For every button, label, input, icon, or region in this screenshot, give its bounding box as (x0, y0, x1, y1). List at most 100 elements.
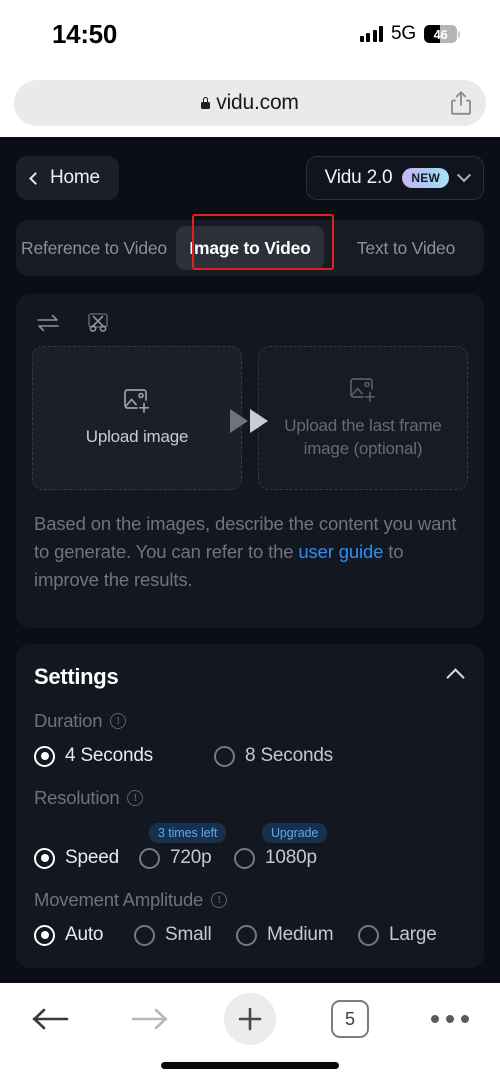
group-label-text: Duration (34, 710, 103, 732)
info-icon[interactable]: ! (127, 790, 144, 807)
chevron-down-icon (456, 168, 472, 183)
info-icon[interactable]: ! (110, 713, 127, 730)
image-add-icon (350, 377, 376, 402)
settings-header[interactable]: Settings (34, 664, 466, 690)
radio-group: Auto Small Medium Large (34, 924, 466, 946)
battery-level-label: 46 (433, 26, 448, 42)
info-icon[interactable]: ! (211, 892, 228, 909)
radio-option-large[interactable]: Large (358, 924, 437, 946)
radio-indicator (34, 745, 55, 767)
prompt-input-area[interactable]: Based on the images, describe the conten… (16, 508, 484, 628)
home-button[interactable]: Home (16, 156, 119, 200)
radio-option-small[interactable]: Small (134, 924, 236, 946)
radio-indicator (134, 924, 155, 946)
forward-arrow-icon (131, 1008, 168, 1030)
radio-option-auto[interactable]: Auto (34, 924, 134, 946)
group-label: Resolution ! (34, 787, 466, 809)
radio-indicator (34, 847, 55, 869)
status-bar: 14:50 5G 46 (0, 0, 500, 68)
radio-label: Large (389, 924, 437, 946)
group-label-text: Resolution (34, 787, 120, 809)
group-label: Duration ! (34, 710, 466, 732)
network-type-label: 5G (391, 23, 416, 44)
vidu-app-viewport: Home Vidu 2.0 NEW Reference to Video Ima… (0, 137, 500, 983)
radio-label: Small (165, 924, 212, 946)
lock-icon (201, 96, 211, 109)
radio-indicator (214, 745, 235, 767)
fast-forward-icon (227, 406, 273, 436)
model-name-label: Vidu 2.0 (324, 167, 393, 188)
tab-overview-button[interactable]: 5 (300, 1000, 400, 1038)
upload-tools-row (16, 294, 484, 334)
settings-title: Settings (34, 664, 119, 690)
more-dots-icon (431, 1015, 469, 1023)
setting-group-resolution: Resolution ! 3 times left Upgrade Speed … (34, 787, 466, 869)
upload-first-frame-label: Upload image (85, 427, 189, 447)
status-bar-time: 14:50 (52, 18, 117, 49)
address-field[interactable]: vidu.com (14, 79, 486, 126)
resolution-badges: 3 times left Upgrade (34, 823, 466, 844)
radio-indicator (139, 847, 160, 869)
back-button[interactable] (0, 1005, 100, 1033)
user-guide-link[interactable]: user guide (298, 541, 383, 562)
radio-indicator (34, 924, 55, 946)
phone-screen: 14:50 5G 46 vidu.com Home Vidu 2.0 NEW R… (0, 0, 500, 1083)
chevron-up-icon[interactable] (446, 668, 465, 687)
image-add-icon (124, 389, 150, 413)
setting-group-duration: Duration ! 4 Seconds 8 Seconds (34, 710, 466, 767)
url-text: vidu.com (216, 90, 299, 114)
settings-panel: Settings Duration ! 4 Seconds 8 Seconds (16, 644, 484, 969)
radio-option-speed[interactable]: Speed (34, 847, 139, 869)
browser-url-bar: vidu.com (0, 68, 500, 137)
group-label: Movement Amplitude ! (34, 889, 466, 911)
badge-1080p-upgrade: Upgrade (262, 823, 328, 844)
tab-label: Reference to Video (21, 237, 167, 258)
radio-label: 720p (170, 847, 212, 869)
radio-option-8-seconds[interactable]: 8 Seconds (214, 745, 333, 767)
radio-option-720p[interactable]: 720p (139, 847, 234, 869)
swap-arrows-icon[interactable] (36, 313, 60, 333)
plus-icon (238, 1007, 262, 1031)
chevron-left-icon (29, 171, 42, 185)
status-bar-indicators: 5G 46 (359, 23, 460, 45)
tab-count-label: 5 (331, 1000, 369, 1038)
radio-group: 4 Seconds 8 Seconds (34, 745, 466, 767)
browser-bottom-bar: 5 (0, 983, 500, 1083)
radio-group: Speed 720p 1080p (34, 847, 466, 869)
app-header: Home Vidu 2.0 NEW (0, 137, 500, 200)
tab-image-to-video[interactable]: Image to Video (176, 226, 324, 270)
radio-option-4-seconds[interactable]: 4 Seconds (34, 745, 214, 767)
radio-option-1080p[interactable]: 1080p (234, 847, 317, 869)
upload-slots: Upload image Upload the last frame image… (16, 334, 484, 508)
tab-text-to-video[interactable]: Text to Video (332, 226, 480, 270)
new-tab-button[interactable] (200, 993, 300, 1045)
group-label-text: Movement Amplitude (34, 889, 204, 911)
cellular-bars-icon (359, 26, 384, 42)
upload-first-frame-button[interactable]: Upload image (32, 346, 242, 490)
prompt-placeholder: Based on the images, describe the conten… (34, 510, 466, 594)
upload-last-frame-label: Upload the last frame image (optional) (284, 415, 442, 458)
share-icon[interactable] (450, 90, 472, 116)
more-menu-button[interactable] (400, 1015, 500, 1023)
back-arrow-icon (32, 1008, 69, 1030)
new-badge: NEW (402, 168, 449, 188)
setting-group-movement-amplitude: Movement Amplitude ! Auto Small Medium L… (34, 889, 466, 946)
model-selector[interactable]: Vidu 2.0 NEW (305, 156, 484, 200)
upload-last-frame-button[interactable]: Upload the last frame image (optional) (258, 346, 468, 490)
scissors-crop-icon[interactable] (86, 312, 110, 334)
mode-tab-bar: Reference to Video Image to Video Text t… (16, 214, 484, 276)
badge-720p-quota: 3 times left (149, 823, 227, 844)
radio-label: Speed (65, 847, 119, 869)
radio-indicator (358, 924, 379, 946)
radio-label: 4 Seconds (65, 745, 153, 767)
tab-label: Image to Video (189, 237, 311, 258)
radio-label: Auto (65, 924, 104, 946)
tab-reference-to-video[interactable]: Reference to Video (20, 226, 168, 270)
radio-indicator (236, 924, 257, 946)
radio-label: Medium (267, 924, 334, 946)
forward-button[interactable] (100, 1005, 200, 1033)
home-button-label: Home (50, 167, 100, 188)
radio-indicator (234, 847, 255, 869)
upload-panel: Upload image Upload the last frame image… (16, 294, 484, 629)
radio-option-medium[interactable]: Medium (236, 924, 358, 946)
